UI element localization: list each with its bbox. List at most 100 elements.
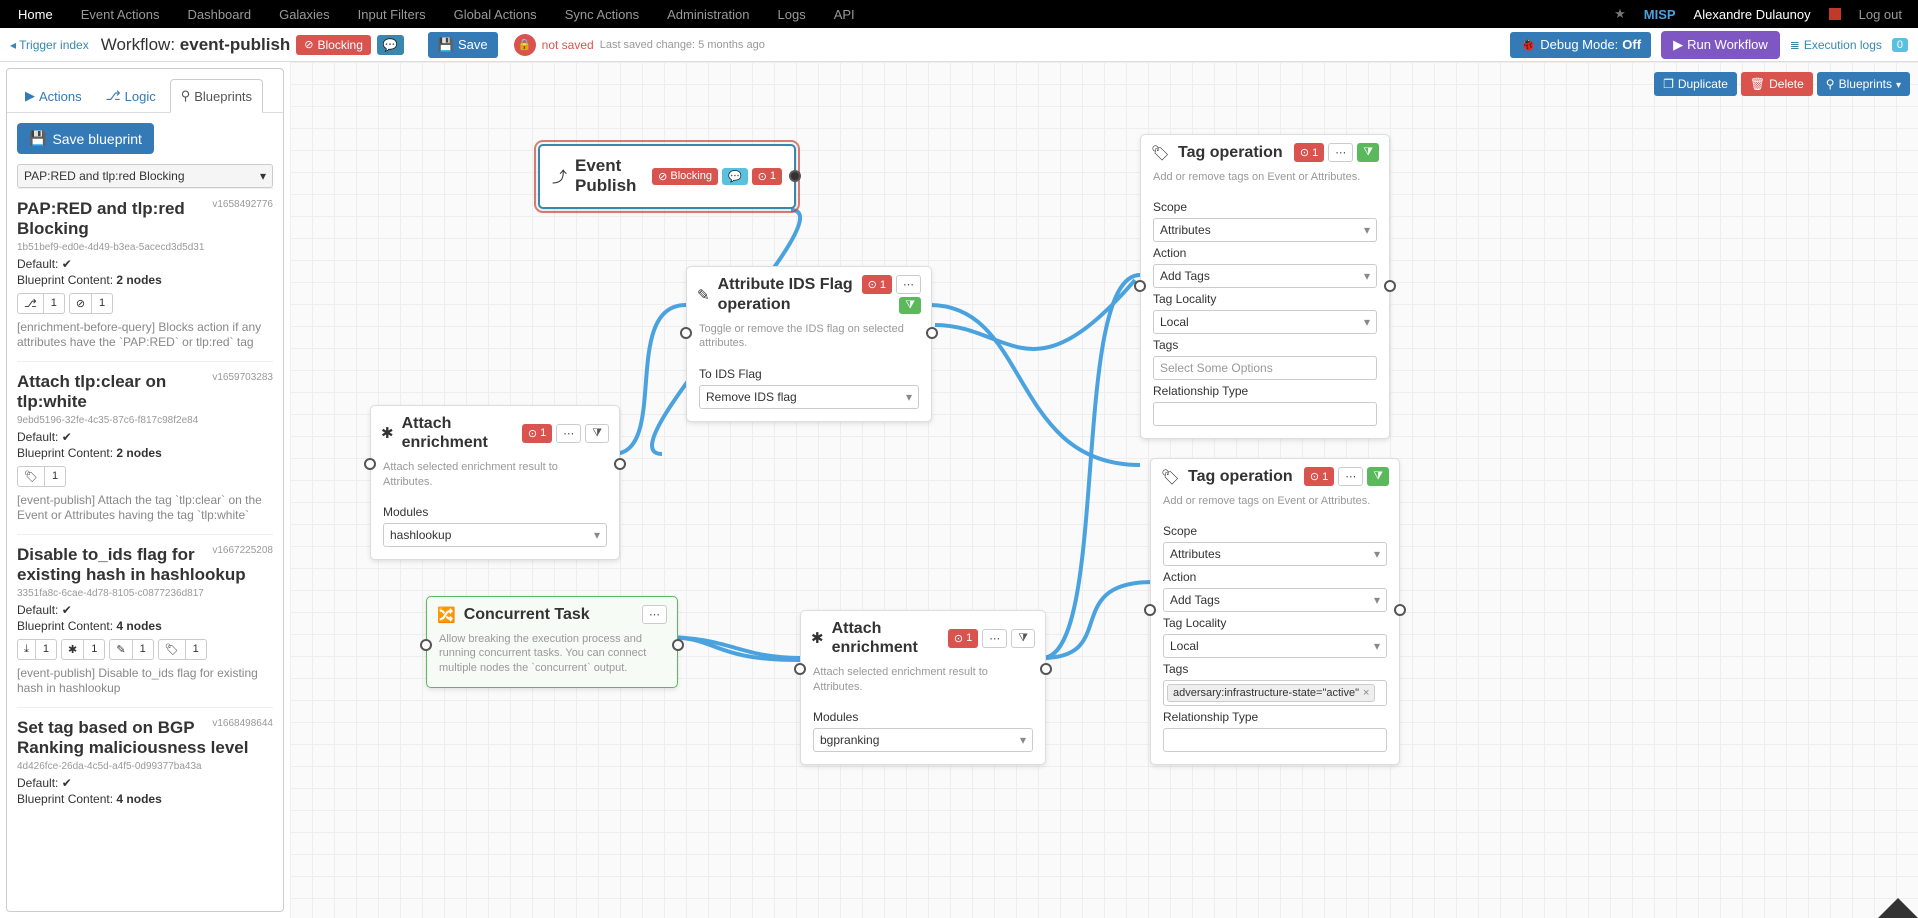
port-in[interactable]: [1134, 280, 1146, 292]
relationship-input[interactable]: [1163, 728, 1387, 752]
save-button[interactable]: 💾 Save: [428, 32, 498, 58]
run-workflow-button[interactable]: ▶ Run Workflow: [1661, 31, 1780, 59]
comment-icon[interactable]: 💬: [377, 35, 404, 55]
nav-api[interactable]: API: [820, 1, 869, 28]
asterisk-icon: ✱: [811, 629, 824, 647]
options-icon[interactable]: ⋯: [1328, 143, 1353, 162]
side-panel: ▶ Actions ⎇ Logic ⚲ Blueprints 💾 Save bl…: [6, 68, 284, 912]
port-in[interactable]: [364, 458, 376, 470]
scope-select[interactable]: Attributes: [1163, 542, 1387, 566]
port-out[interactable]: [672, 639, 684, 651]
port-in[interactable]: [1144, 604, 1156, 616]
node-tag-operation-2[interactable]: 🏷 Tag operation ⊙ 1 ⋯ ⧩ Add or remove ta…: [1150, 458, 1400, 765]
port-in[interactable]: [680, 327, 692, 339]
comment-icon[interactable]: 💬: [722, 168, 748, 185]
modules-label: Modules: [383, 505, 607, 519]
save-blueprint-button[interactable]: 💾 Save blueprint: [17, 123, 154, 154]
node-concurrent-task[interactable]: 🔀 Concurrent Task ⋯ Allow breaking the e…: [426, 596, 678, 688]
tag-chip[interactable]: adversary:infrastructure-state="active"×: [1167, 684, 1375, 702]
bp-node-icon: ✱1: [61, 639, 105, 660]
nav-galaxies[interactable]: Galaxies: [265, 1, 344, 28]
tab-actions[interactable]: ▶ Actions: [15, 80, 92, 112]
filter-icon[interactable]: ⧩: [1011, 629, 1035, 648]
options-icon[interactable]: ⋯: [896, 275, 921, 294]
nav-administration[interactable]: Administration: [653, 1, 763, 28]
logout-link[interactable]: Log out: [1859, 7, 1902, 22]
node-desc: Add or remove tags on Event or Attribute…: [1141, 170, 1389, 190]
duplicate-button[interactable]: ❐ Duplicate: [1654, 72, 1737, 96]
port-in[interactable]: [420, 639, 432, 651]
port-out[interactable]: [789, 170, 801, 182]
node-event-publish[interactable]: ⤴ Event Publish ⊘ Blocking 💬 ⊙ 1: [538, 144, 796, 209]
modules-select[interactable]: hashlookup: [383, 523, 607, 547]
tab-blueprints[interactable]: ⚲ Blueprints: [170, 79, 263, 113]
node-title: Event Publish: [575, 156, 644, 197]
rel-label: Relationship Type: [1153, 384, 1377, 398]
blueprint-entry[interactable]: v1667225208 Disable to_ids flag for exis…: [17, 534, 273, 707]
nav-dashboard[interactable]: Dashboard: [173, 1, 265, 28]
delete-button[interactable]: 🗑 Delete: [1741, 72, 1813, 96]
bp-uuid: 1b51bef9-ed0e-4d49-b3ea-5acecd3d5d31: [17, 242, 273, 253]
node-attach-enrichment-2[interactable]: ✱ Attach enrichment ⊙ 1 ⋯ ⧩ Attach selec…: [800, 610, 1046, 765]
node-attribute-ids-flag[interactable]: ✎ Attribute IDS Flag operation ⊙ 1 ⋯ ⧩ T…: [686, 266, 932, 422]
filter-icon[interactable]: ⧩: [1357, 143, 1379, 162]
user-link[interactable]: Alexandre Dulaunoy: [1694, 7, 1811, 22]
locality-select[interactable]: Local: [1163, 634, 1387, 658]
nav-global-actions[interactable]: Global Actions: [440, 1, 551, 28]
tab-logic[interactable]: ⎇ Logic: [96, 80, 166, 112]
tags-label: Tags: [1163, 662, 1387, 676]
star-icon[interactable]: ★: [1614, 6, 1626, 22]
scroll-top-icon[interactable]: [1878, 898, 1918, 918]
debug-mode-button[interactable]: 🐞 Debug Mode: Off: [1510, 32, 1651, 58]
port-out[interactable]: [1394, 604, 1406, 616]
action-select[interactable]: Add Tags: [1163, 588, 1387, 612]
blueprint-entry[interactable]: v1659703283 Attach tlp:clear on tlp:whit…: [17, 361, 273, 534]
relationship-input[interactable]: [1153, 402, 1377, 426]
back-link[interactable]: Trigger index: [10, 38, 89, 52]
filter-icon[interactable]: ⧩: [585, 424, 609, 443]
nav-input-filters[interactable]: Input Filters: [344, 1, 440, 28]
asterisk-icon: ✱: [381, 424, 394, 442]
blueprint-entry[interactable]: v1668498644 Set tag based on BGP Ranking…: [17, 707, 273, 816]
locality-select[interactable]: Local: [1153, 310, 1377, 334]
options-icon[interactable]: ⋯: [982, 629, 1007, 648]
remove-tag-icon[interactable]: ×: [1363, 687, 1369, 699]
warning-icon[interactable]: [1829, 8, 1841, 20]
filter-icon[interactable]: ⧩: [899, 297, 921, 314]
nav-event-actions[interactable]: Event Actions: [67, 1, 174, 28]
modules-select[interactable]: bgpranking: [813, 728, 1033, 752]
nav-home[interactable]: Home: [4, 1, 67, 28]
bp-content: Blueprint Content: 2 nodes: [17, 446, 273, 460]
port-in[interactable]: [794, 663, 806, 675]
port-out[interactable]: [1040, 663, 1052, 675]
port-out[interactable]: [926, 327, 938, 339]
tags-multiselect[interactable]: Select Some Options: [1154, 357, 1376, 379]
nav-logs[interactable]: Logs: [764, 1, 820, 28]
node-desc: Add or remove tags on Event or Attribute…: [1151, 494, 1399, 514]
blueprints-button[interactable]: ⚲ Blueprints: [1817, 72, 1910, 96]
bp-content: Blueprint Content: 4 nodes: [17, 619, 273, 633]
blueprint-entry[interactable]: v1658492776 PAP:RED and tlp:red Blocking…: [17, 188, 273, 361]
count-badge: ⊙ 1: [948, 629, 978, 648]
bp-desc: [enrichment-before-query] Blocks action …: [17, 320, 273, 351]
action-select[interactable]: Add Tags: [1153, 264, 1377, 288]
filter-icon[interactable]: ⧩: [1367, 467, 1389, 486]
nav-sync-actions[interactable]: Sync Actions: [551, 1, 653, 28]
bp-node-icon: ✎1: [109, 639, 153, 660]
ids-flag-select[interactable]: Remove IDS flag: [699, 385, 919, 409]
execution-logs-link[interactable]: ≣ Execution logs: [1790, 38, 1882, 52]
brand-link[interactable]: MISP: [1644, 7, 1676, 22]
blueprint-select[interactable]: PAP:RED and tlp:red Blocking▾: [17, 164, 273, 188]
node-tag-operation-1[interactable]: 🏷 Tag operation ⊙ 1 ⋯ ⧩ Add or remove ta…: [1140, 134, 1390, 439]
count-badge: ⊙ 1: [862, 275, 892, 294]
node-title: Concurrent Task: [464, 605, 634, 624]
options-icon[interactable]: ⋯: [1338, 467, 1363, 486]
scope-select[interactable]: Attributes: [1153, 218, 1377, 242]
port-out[interactable]: [614, 458, 626, 470]
options-icon[interactable]: ⋯: [556, 424, 581, 443]
workflow-canvas[interactable]: ❐ Duplicate 🗑 Delete ⚲ Blueprints .n-tri…: [290, 62, 1918, 918]
port-out[interactable]: [1384, 280, 1396, 292]
node-attach-enrichment-1[interactable]: ✱ Attach enrichment ⊙ 1 ⋯ ⧩ Attach selec…: [370, 405, 620, 560]
count-badge: ⊙ 1: [1294, 143, 1324, 162]
options-icon[interactable]: ⋯: [642, 605, 667, 624]
